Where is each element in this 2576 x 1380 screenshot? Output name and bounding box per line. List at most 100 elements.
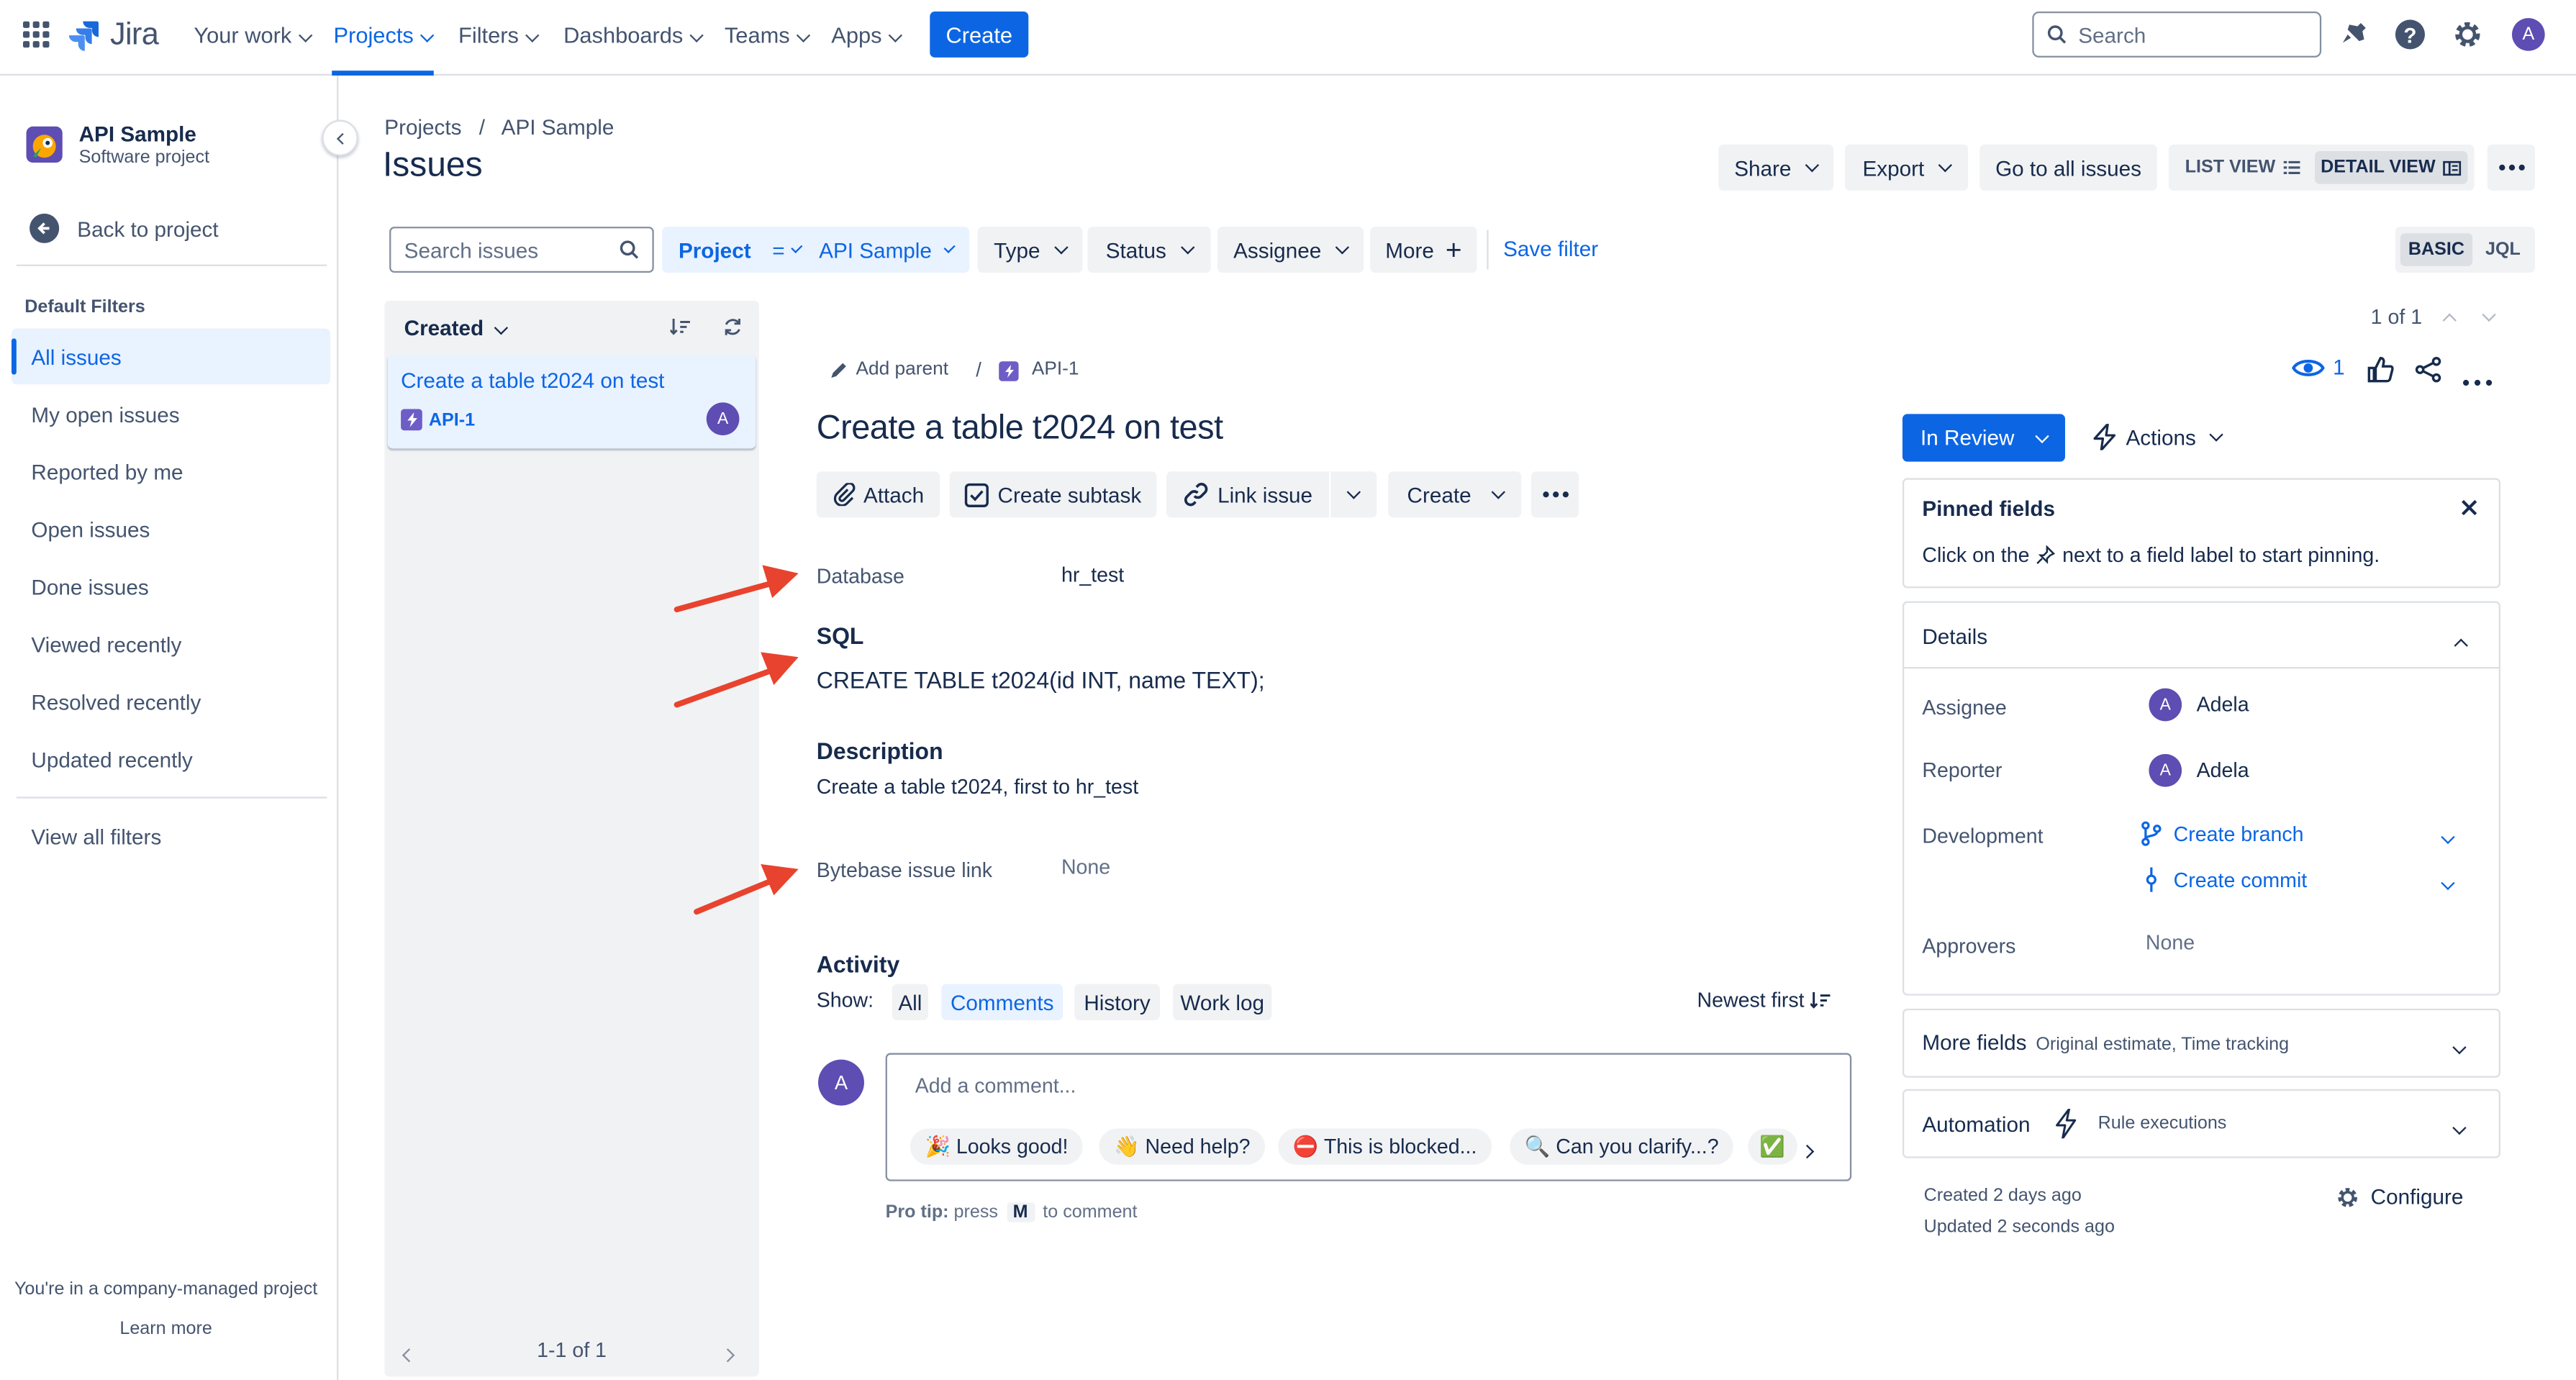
user-avatar[interactable]: A <box>2512 18 2545 51</box>
sidebar-item-done-issues[interactable]: Done issues <box>31 575 148 599</box>
more-horizontal-icon[interactable] <box>2462 366 2493 386</box>
sql-value[interactable]: CREATE TABLE t2024(id INT, name TEXT); <box>817 667 1265 694</box>
sort-by-created[interactable]: Created <box>404 315 509 340</box>
link-issue-dropdown[interactable] <box>1330 471 1377 518</box>
more-fields-expand-icon[interactable] <box>2452 1035 2471 1055</box>
sidebar-item-all-issues[interactable]: All issues <box>31 345 121 369</box>
more-filters[interactable]: More + <box>1370 227 1477 273</box>
sidebar-item-resolved-recently[interactable]: Resolved recently <box>31 690 201 714</box>
create-commit-link[interactable]: Create commit <box>2141 867 2307 892</box>
refresh-icon[interactable] <box>723 317 743 337</box>
nav-your-work[interactable]: Your work <box>194 23 312 47</box>
type-filter[interactable]: Type <box>977 227 1083 273</box>
more-issue-actions-button[interactable] <box>1530 471 1579 518</box>
configure-button[interactable]: Configure <box>2336 1184 2463 1209</box>
status-filter[interactable]: Status <box>1087 227 1211 273</box>
quick-reply-looks-good[interactable]: 🎉 Looks good! <box>910 1128 1083 1165</box>
collapse-sidebar-button[interactable] <box>322 119 358 156</box>
project-avatar[interactable] <box>26 126 63 163</box>
sidebar-item-updated-recently[interactable]: Updated recently <box>31 748 192 772</box>
settings-icon[interactable] <box>2453 19 2482 49</box>
quick-replies-next-button[interactable] <box>1800 1137 1819 1159</box>
create-button[interactable]: Create <box>930 11 1029 58</box>
watchers-button[interactable]: 1 <box>2292 355 2345 379</box>
create-dropdown-button[interactable]: Create <box>1388 471 1522 518</box>
quick-reply-clarify[interactable]: 🔍 Can you clarify...? <box>1510 1128 1734 1165</box>
issue-summary[interactable]: Create a table t2024 on test <box>817 409 1223 449</box>
activity-tab-history[interactable]: History <box>1074 984 1160 1020</box>
export-button[interactable]: Export <box>1845 144 1969 191</box>
create-branch-link[interactable]: Create branch <box>2141 821 2304 846</box>
add-parent-button[interactable]: Add parent <box>830 360 948 379</box>
sort-order-icon[interactable] <box>669 317 690 337</box>
assignee-filter[interactable]: Assignee <box>1217 227 1364 273</box>
sidebar-item-my-open-issues[interactable]: My open issues <box>31 402 179 427</box>
create-commit-dropdown[interactable] <box>2441 871 2459 891</box>
attach-button[interactable]: Attach <box>816 471 940 518</box>
nav-projects[interactable]: Projects <box>333 23 434 47</box>
thumbs-up-icon[interactable] <box>2367 356 2394 383</box>
project-filter[interactable]: Project = API Sample <box>662 227 970 273</box>
project-name[interactable]: API Sample <box>79 122 196 146</box>
share-icon[interactable] <box>2415 356 2441 383</box>
issue-key-link[interactable]: API-1 <box>1032 360 1079 379</box>
link-issue-button[interactable]: Link issue <box>1166 471 1330 518</box>
activity-tab-work-log[interactable]: Work log <box>1173 984 1272 1020</box>
status-button[interactable]: In Review <box>1902 414 2065 462</box>
back-to-project[interactable]: Back to project <box>30 212 219 245</box>
save-filter-link[interactable]: Save filter <box>1503 237 1598 261</box>
description-value[interactable]: Create a table t2024, first to hr_test <box>817 776 1138 799</box>
search-issues-input[interactable]: Search issues <box>389 227 654 273</box>
sidebar-item-viewed-recently[interactable]: Viewed recently <box>31 632 181 657</box>
create-branch-dropdown[interactable] <box>2441 825 2459 845</box>
details-collapse-icon[interactable] <box>2454 631 2472 653</box>
next-issue-button[interactable] <box>2474 302 2503 332</box>
activity-tab-all[interactable]: All <box>892 984 929 1020</box>
nav-apps[interactable]: Apps <box>831 23 902 47</box>
quick-reply-need-help[interactable]: 👋 Need help? <box>1099 1128 1266 1165</box>
close-pinned-fields-button[interactable] <box>2459 498 2479 517</box>
view-all-filters[interactable]: View all filters <box>31 825 161 849</box>
sidebar-item-reported-by-me[interactable]: Reported by me <box>31 460 183 484</box>
bytebase-issue-link-value[interactable]: None <box>1061 856 1110 879</box>
more-actions-button[interactable] <box>2487 144 2535 191</box>
close-icon <box>2462 499 2477 516</box>
global-search[interactable]: Search <box>2032 11 2322 58</box>
reporter-field[interactable]: A Adela <box>2149 753 2249 787</box>
comment-input[interactable]: Add a comment... <box>915 1074 1076 1097</box>
list-item-title[interactable]: Create a table t2024 on test <box>401 368 664 392</box>
assignee-label: Assignee <box>1922 696 2007 720</box>
automation-expand-icon[interactable] <box>2452 1115 2471 1135</box>
create-subtask-button[interactable]: Create subtask <box>949 471 1157 518</box>
nav-filters[interactable]: Filters <box>458 23 539 47</box>
detail-view-button[interactable]: DETAIL VIEW <box>2315 151 2468 184</box>
nav-teams[interactable]: Teams <box>725 23 810 47</box>
app-switcher-icon[interactable] <box>22 21 50 48</box>
go-to-all-issues-button[interactable]: Go to all issues <box>1979 144 2157 191</box>
project-filter-operator[interactable]: = <box>772 237 784 262</box>
sidebar-item-open-issues[interactable]: Open issues <box>31 517 150 542</box>
notifications-icon[interactable] <box>2339 19 2369 49</box>
nav-dashboards[interactable]: Dashboards <box>563 23 704 47</box>
jira-logo[interactable]: Jira <box>68 17 159 56</box>
sort-order-button[interactable]: Newest first <box>1697 989 1831 1012</box>
share-button[interactable]: Share <box>1718 144 1834 191</box>
jql-mode-button[interactable]: JQL <box>2476 233 2530 266</box>
breadcrumb-api-sample[interactable]: API Sample <box>502 115 614 140</box>
details-card-header[interactable] <box>1902 602 2501 669</box>
previous-issue-button[interactable] <box>2435 302 2464 332</box>
actions-button[interactable]: Actions <box>2093 424 2223 450</box>
chevron-down-icon <box>419 28 434 42</box>
help-icon[interactable]: ? <box>2395 19 2426 50</box>
database-field-value[interactable]: hr_test <box>1061 563 1124 586</box>
activity-tab-comments[interactable]: Comments <box>941 984 1063 1020</box>
approvers-value[interactable]: None <box>2146 932 2195 955</box>
basic-mode-button[interactable]: BASIC <box>2400 233 2473 266</box>
page-next-button[interactable] <box>720 1340 736 1363</box>
list-view-button[interactable]: LIST VIEW <box>2175 151 2310 184</box>
breadcrumb-projects[interactable]: Projects <box>384 115 461 140</box>
quick-reply-check[interactable]: ✅ <box>1748 1128 1797 1165</box>
quick-reply-blocked[interactable]: ⛔ This is blocked... <box>1278 1128 1492 1165</box>
assignee-field[interactable]: A Adela <box>2149 688 2249 722</box>
learn-more-link[interactable]: Learn more <box>0 1319 332 1338</box>
